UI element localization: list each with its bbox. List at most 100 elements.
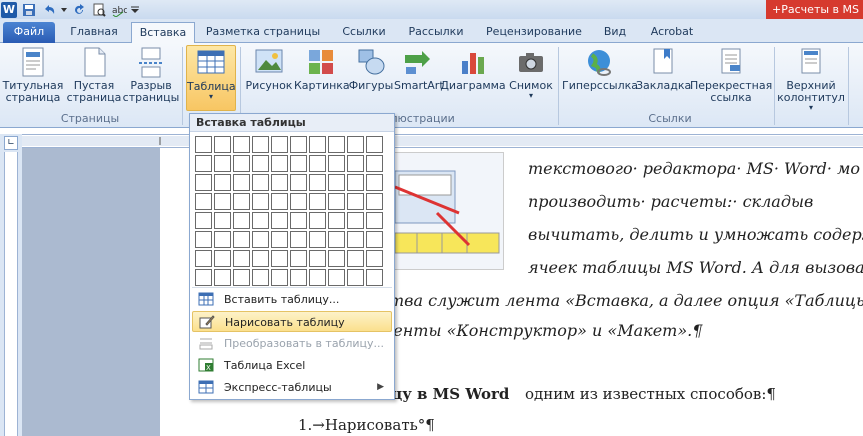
shapes-button[interactable]: Фигуры — [348, 47, 394, 92]
tab-acrobat[interactable]: Acrobat — [644, 22, 700, 43]
tab-references[interactable]: Ссылки — [334, 22, 394, 43]
tab-review[interactable]: Рецензирование — [480, 22, 588, 43]
qat-dropdown-icon[interactable] — [130, 1, 140, 19]
table-grid-cell[interactable] — [366, 155, 383, 172]
table-grid-cell[interactable] — [309, 231, 326, 248]
table-grid-cell[interactable] — [252, 136, 269, 153]
table-grid-cell[interactable] — [195, 155, 212, 172]
table-grid-cell[interactable] — [347, 155, 364, 172]
table-grid-cell[interactable] — [271, 136, 288, 153]
table-grid-cell[interactable] — [366, 212, 383, 229]
table-grid-cell[interactable] — [328, 269, 345, 286]
table-grid-cell[interactable] — [195, 231, 212, 248]
tab-mailings[interactable]: Рассылки — [400, 22, 472, 43]
table-button[interactable]: Таблица ▾ — [186, 45, 236, 111]
table-grid-cell[interactable] — [366, 136, 383, 153]
save-icon[interactable] — [20, 1, 38, 19]
table-grid-cell[interactable] — [233, 136, 250, 153]
table-grid-cell[interactable] — [271, 212, 288, 229]
table-grid-cell[interactable] — [347, 212, 364, 229]
bookmark-button[interactable]: Закладка — [636, 47, 691, 92]
table-grid-cell[interactable] — [290, 155, 307, 172]
undo-dropdown-icon[interactable] — [60, 1, 68, 19]
excel-table-menu-item[interactable]: X Таблица Excel — [192, 355, 392, 376]
table-grid-cell[interactable] — [214, 174, 231, 191]
table-grid-cell[interactable] — [271, 250, 288, 267]
clipart-button[interactable]: Картинка — [294, 47, 350, 92]
crossref-button[interactable]: Перекрестная ссылка — [690, 47, 772, 104]
table-grid-cell[interactable] — [328, 212, 345, 229]
picture-button[interactable]: Рисунок — [244, 47, 294, 92]
table-grid-cell[interactable] — [290, 193, 307, 210]
table-grid-cell[interactable] — [347, 193, 364, 210]
table-grid-cell[interactable] — [252, 269, 269, 286]
table-grid-cell[interactable] — [309, 193, 326, 210]
table-grid-cell[interactable] — [252, 193, 269, 210]
table-grid-cell[interactable] — [214, 136, 231, 153]
table-grid-cell[interactable] — [366, 269, 383, 286]
draw-table-menu-item[interactable]: Нарисовать таблицу — [192, 311, 392, 332]
spelling-icon[interactable]: abc — [110, 1, 128, 19]
table-grid-cell[interactable] — [290, 136, 307, 153]
table-grid-cell[interactable] — [309, 250, 326, 267]
table-grid-cell[interactable] — [290, 212, 307, 229]
table-grid-cell[interactable] — [214, 212, 231, 229]
title-page-button[interactable]: Титульная страница — [2, 47, 64, 104]
table-grid-cell[interactable] — [347, 250, 364, 267]
table-grid-cell[interactable] — [252, 155, 269, 172]
table-grid-cell[interactable] — [271, 231, 288, 248]
table-grid-cell[interactable] — [347, 174, 364, 191]
table-grid-cell[interactable] — [233, 155, 250, 172]
table-grid-cell[interactable] — [366, 193, 383, 210]
table-grid-cell[interactable] — [195, 250, 212, 267]
table-grid-cell[interactable] — [366, 231, 383, 248]
horizontal-ruler[interactable] — [22, 134, 863, 148]
table-grid-cell[interactable] — [214, 155, 231, 172]
table-grid-cell[interactable] — [347, 136, 364, 153]
table-grid-cell[interactable] — [233, 193, 250, 210]
table-grid-cell[interactable] — [271, 269, 288, 286]
smartart-button[interactable]: SmartArt — [394, 47, 444, 92]
table-grid-cell[interactable] — [328, 174, 345, 191]
tab-page-layout[interactable]: Разметка страницы — [201, 22, 325, 43]
blank-page-button[interactable]: Пустая страница — [66, 47, 122, 104]
table-grid-cell[interactable] — [366, 250, 383, 267]
table-grid-cell[interactable] — [233, 231, 250, 248]
table-grid-cell[interactable] — [214, 269, 231, 286]
table-grid-cell[interactable] — [195, 193, 212, 210]
table-grid-cell[interactable] — [233, 174, 250, 191]
table-grid-cell[interactable] — [233, 269, 250, 286]
table-grid-cell[interactable] — [309, 269, 326, 286]
table-grid-cell[interactable] — [195, 269, 212, 286]
table-grid-cell[interactable] — [309, 136, 326, 153]
table-grid-cell[interactable] — [328, 231, 345, 248]
table-size-grid[interactable] — [195, 136, 383, 286]
redo-icon[interactable] — [70, 1, 88, 19]
table-grid-cell[interactable] — [328, 193, 345, 210]
table-grid-cell[interactable] — [290, 174, 307, 191]
table-grid-cell[interactable] — [233, 212, 250, 229]
table-grid-cell[interactable] — [252, 174, 269, 191]
quick-tables-menu-item[interactable]: Экспресс-таблицы ▶ — [192, 377, 392, 398]
table-grid-cell[interactable] — [195, 212, 212, 229]
undo-icon[interactable] — [40, 1, 58, 19]
table-grid-cell[interactable] — [309, 174, 326, 191]
header-button[interactable]: Верхний колонтитул ▾ — [776, 47, 846, 112]
tab-file[interactable]: Файл — [3, 22, 55, 43]
table-grid-cell[interactable] — [252, 250, 269, 267]
table-grid-cell[interactable] — [271, 155, 288, 172]
table-grid-cell[interactable] — [214, 250, 231, 267]
screenshot-button[interactable]: Снимок ▾ — [506, 47, 556, 100]
tab-view[interactable]: Вид — [594, 22, 636, 43]
table-grid-cell[interactable] — [366, 174, 383, 191]
table-grid-cell[interactable] — [328, 155, 345, 172]
tab-selector-icon[interactable]: ∟ — [4, 136, 18, 150]
tab-home[interactable]: Главная — [60, 22, 128, 43]
table-grid-cell[interactable] — [195, 174, 212, 191]
table-grid-cell[interactable] — [252, 231, 269, 248]
table-grid-cell[interactable] — [290, 250, 307, 267]
insert-table-menu-item[interactable]: Вставить таблицу... — [192, 289, 392, 310]
table-grid-cell[interactable] — [271, 174, 288, 191]
print-preview-icon[interactable] — [90, 1, 108, 19]
table-grid-cell[interactable] — [214, 231, 231, 248]
